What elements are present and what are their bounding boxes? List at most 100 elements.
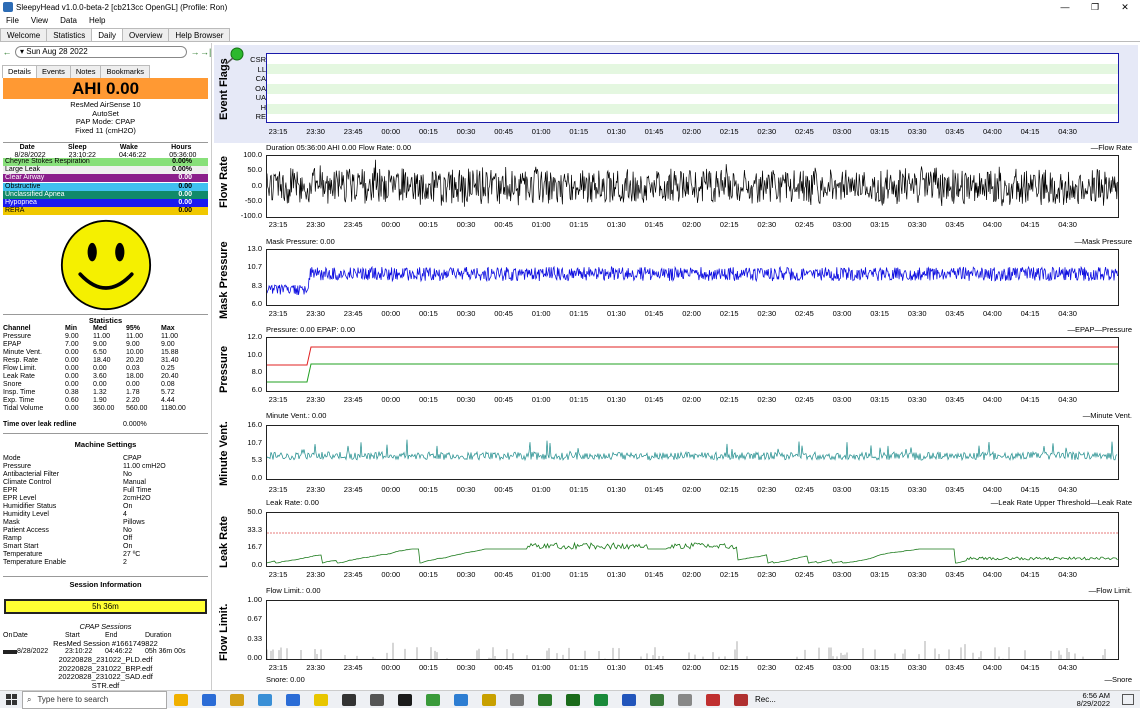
app-icon[interactable] [594, 693, 608, 706]
store-icon[interactable] [258, 693, 272, 706]
event-flag-label: CA [255, 74, 266, 83]
graph-area[interactable]: Event Flags CSR LL CA OA UA H RE 23:15 23:30 23:… [214, 43, 1140, 690]
event-index-row[interactable]: Hypopnea 0.00 [3, 199, 208, 207]
detail-subtabs: Details Events Notes Bookmarks [2, 65, 150, 78]
x-tick-label: 02:30 [757, 570, 777, 579]
maximize-button[interactable]: ❐ [1080, 0, 1110, 14]
notifications-icon[interactable] [1122, 694, 1134, 705]
x-tick-label: 00:45 [494, 570, 513, 579]
x-tick-label: 01:15 [569, 395, 589, 404]
stat-value: 4.44 [161, 397, 175, 404]
event-index-row[interactable]: Large Leak 0.00% [3, 166, 208, 175]
app-icon[interactable] [398, 693, 412, 706]
flow-rate-title: Duration 05:36:00 AHI 0.00 Flow Rate: 0.… [266, 143, 412, 152]
ahi-summary: AHI 0.00 [3, 78, 208, 99]
leak-rate-plot[interactable] [266, 512, 1119, 567]
minimize-button[interactable]: — [1050, 0, 1080, 14]
x-axis: 23:15 23:30 23:45 00:00 00:15 00:30 00:45 01:00… [266, 220, 1119, 230]
event-index-row[interactable]: RERA 0.00 [3, 207, 208, 216]
tab-help-browser[interactable]: Help Browser [168, 28, 231, 42]
tab-statistics[interactable]: Statistics [46, 28, 93, 42]
last-day-icon[interactable]: →| [200, 47, 211, 57]
app-icon[interactable] [482, 693, 496, 706]
stat-value: 18.40 [93, 357, 111, 364]
subtab-details[interactable]: Details [2, 65, 37, 78]
prev-day-icon[interactable]: ← [2, 47, 12, 57]
minute-vent-plot[interactable] [266, 425, 1119, 480]
next-day-icon[interactable]: → [190, 47, 200, 57]
recorder-label[interactable]: Rec... [755, 695, 776, 704]
tab-daily[interactable]: Daily [91, 28, 123, 42]
recorder-icon[interactable] [734, 693, 748, 706]
subtab-notes[interactable]: Notes [69, 65, 102, 78]
event-name: Unclassified Apnea [5, 190, 65, 198]
subtab-events[interactable]: Events [35, 65, 71, 78]
x-tick-label: 04:30 [1058, 127, 1077, 136]
windows-start-icon[interactable] [0, 691, 22, 709]
mail-icon[interactable] [286, 693, 300, 706]
app-icon[interactable] [454, 693, 468, 706]
edge-icon[interactable] [202, 693, 216, 706]
event-index-row[interactable]: Unclassified Apnea 0.00 [3, 190, 208, 199]
app-icon[interactable] [706, 693, 720, 706]
app-icon[interactable] [650, 693, 664, 706]
app-icon[interactable] [370, 693, 384, 706]
app-icon[interactable] [678, 693, 692, 706]
x-tick-label: 02:45 [795, 663, 814, 672]
app-icon[interactable] [538, 693, 552, 706]
system-clock[interactable]: 6:56 AM 8/29/2022 [1077, 692, 1110, 708]
x-tick-label: 23:45 [343, 485, 363, 494]
tab-overview[interactable]: Overview [122, 28, 170, 42]
taskbar-search[interactable]: ⌕ Type here to search [22, 690, 167, 709]
x-tick-label: 01:45 [644, 309, 664, 318]
setting-row: Mask Pillows [3, 519, 208, 527]
x-tick-label: 01:00 [531, 127, 551, 136]
setting-value: On [123, 503, 133, 510]
event-flag-label: RE [255, 112, 266, 121]
stat-value: 0.00 [126, 381, 140, 388]
y-tick-label: 33.3 [247, 524, 262, 534]
close-button[interactable]: ✕ [1110, 0, 1140, 14]
event-index-row[interactable]: Cheyne Stokes Respiration 0.00% [3, 158, 208, 166]
setting-name: Climate Control [3, 479, 52, 486]
setting-value: 27 ºC [123, 551, 141, 558]
event-index-row[interactable]: Obstructive 0.00 [3, 182, 208, 191]
stat-value: 0.00 [65, 349, 79, 356]
smiley-face-icon [60, 219, 152, 311]
menu-data[interactable]: Data [54, 16, 83, 25]
norton-icon[interactable] [314, 693, 328, 706]
flow-limit-plot[interactable] [266, 600, 1119, 660]
tab-welcome[interactable]: Welcome [0, 28, 48, 42]
app-icon[interactable] [566, 693, 580, 706]
x-axis: 23:15 23:30 23:45 00:00 00:15 00:30 00:45 01:00… [266, 395, 1119, 405]
menu-view[interactable]: View [25, 16, 54, 25]
snore-panel: Snore: 0.00 —Snore [214, 675, 1138, 690]
pressure-plot[interactable] [266, 337, 1119, 392]
setting-name: Temperature Enable [3, 559, 67, 566]
x-tick-label: 03:30 [907, 663, 927, 672]
minute-vent-label: Minute Vent. [218, 421, 230, 487]
mask-pressure-plot[interactable] [266, 249, 1119, 306]
subtab-bookmarks[interactable]: Bookmarks [100, 65, 150, 78]
stat-channel: Tidal Volume [3, 405, 44, 412]
date-picker[interactable]: ▾ Sun Aug 28 2022 [15, 46, 187, 58]
app-icon[interactable] [510, 693, 524, 706]
menu-file[interactable]: File [0, 16, 25, 25]
x-tick-label: 03:15 [870, 485, 889, 494]
setting-row: Humidifier Status On [3, 503, 208, 511]
x-tick-label: 02:00 [682, 663, 701, 672]
flow-rate-plot[interactable] [266, 155, 1119, 218]
x-tick-label: 00:15 [419, 127, 438, 136]
file-explorer-icon[interactable] [230, 693, 244, 706]
pin-icon[interactable] [224, 47, 246, 65]
event-index-row[interactable]: Clear Airway 0.00 [3, 174, 208, 183]
app-icon[interactable] [426, 693, 440, 706]
menu-help[interactable]: Help [83, 16, 111, 25]
cortana-icon[interactable] [174, 693, 188, 706]
x-tick-label: 03:45 [945, 220, 965, 229]
app-icon[interactable] [622, 693, 636, 706]
x-tick-label: 04:30 [1058, 485, 1077, 494]
app-icon[interactable] [342, 693, 356, 706]
x-tick-label: 01:15 [569, 220, 589, 229]
event-flags-plot[interactable] [266, 53, 1119, 123]
